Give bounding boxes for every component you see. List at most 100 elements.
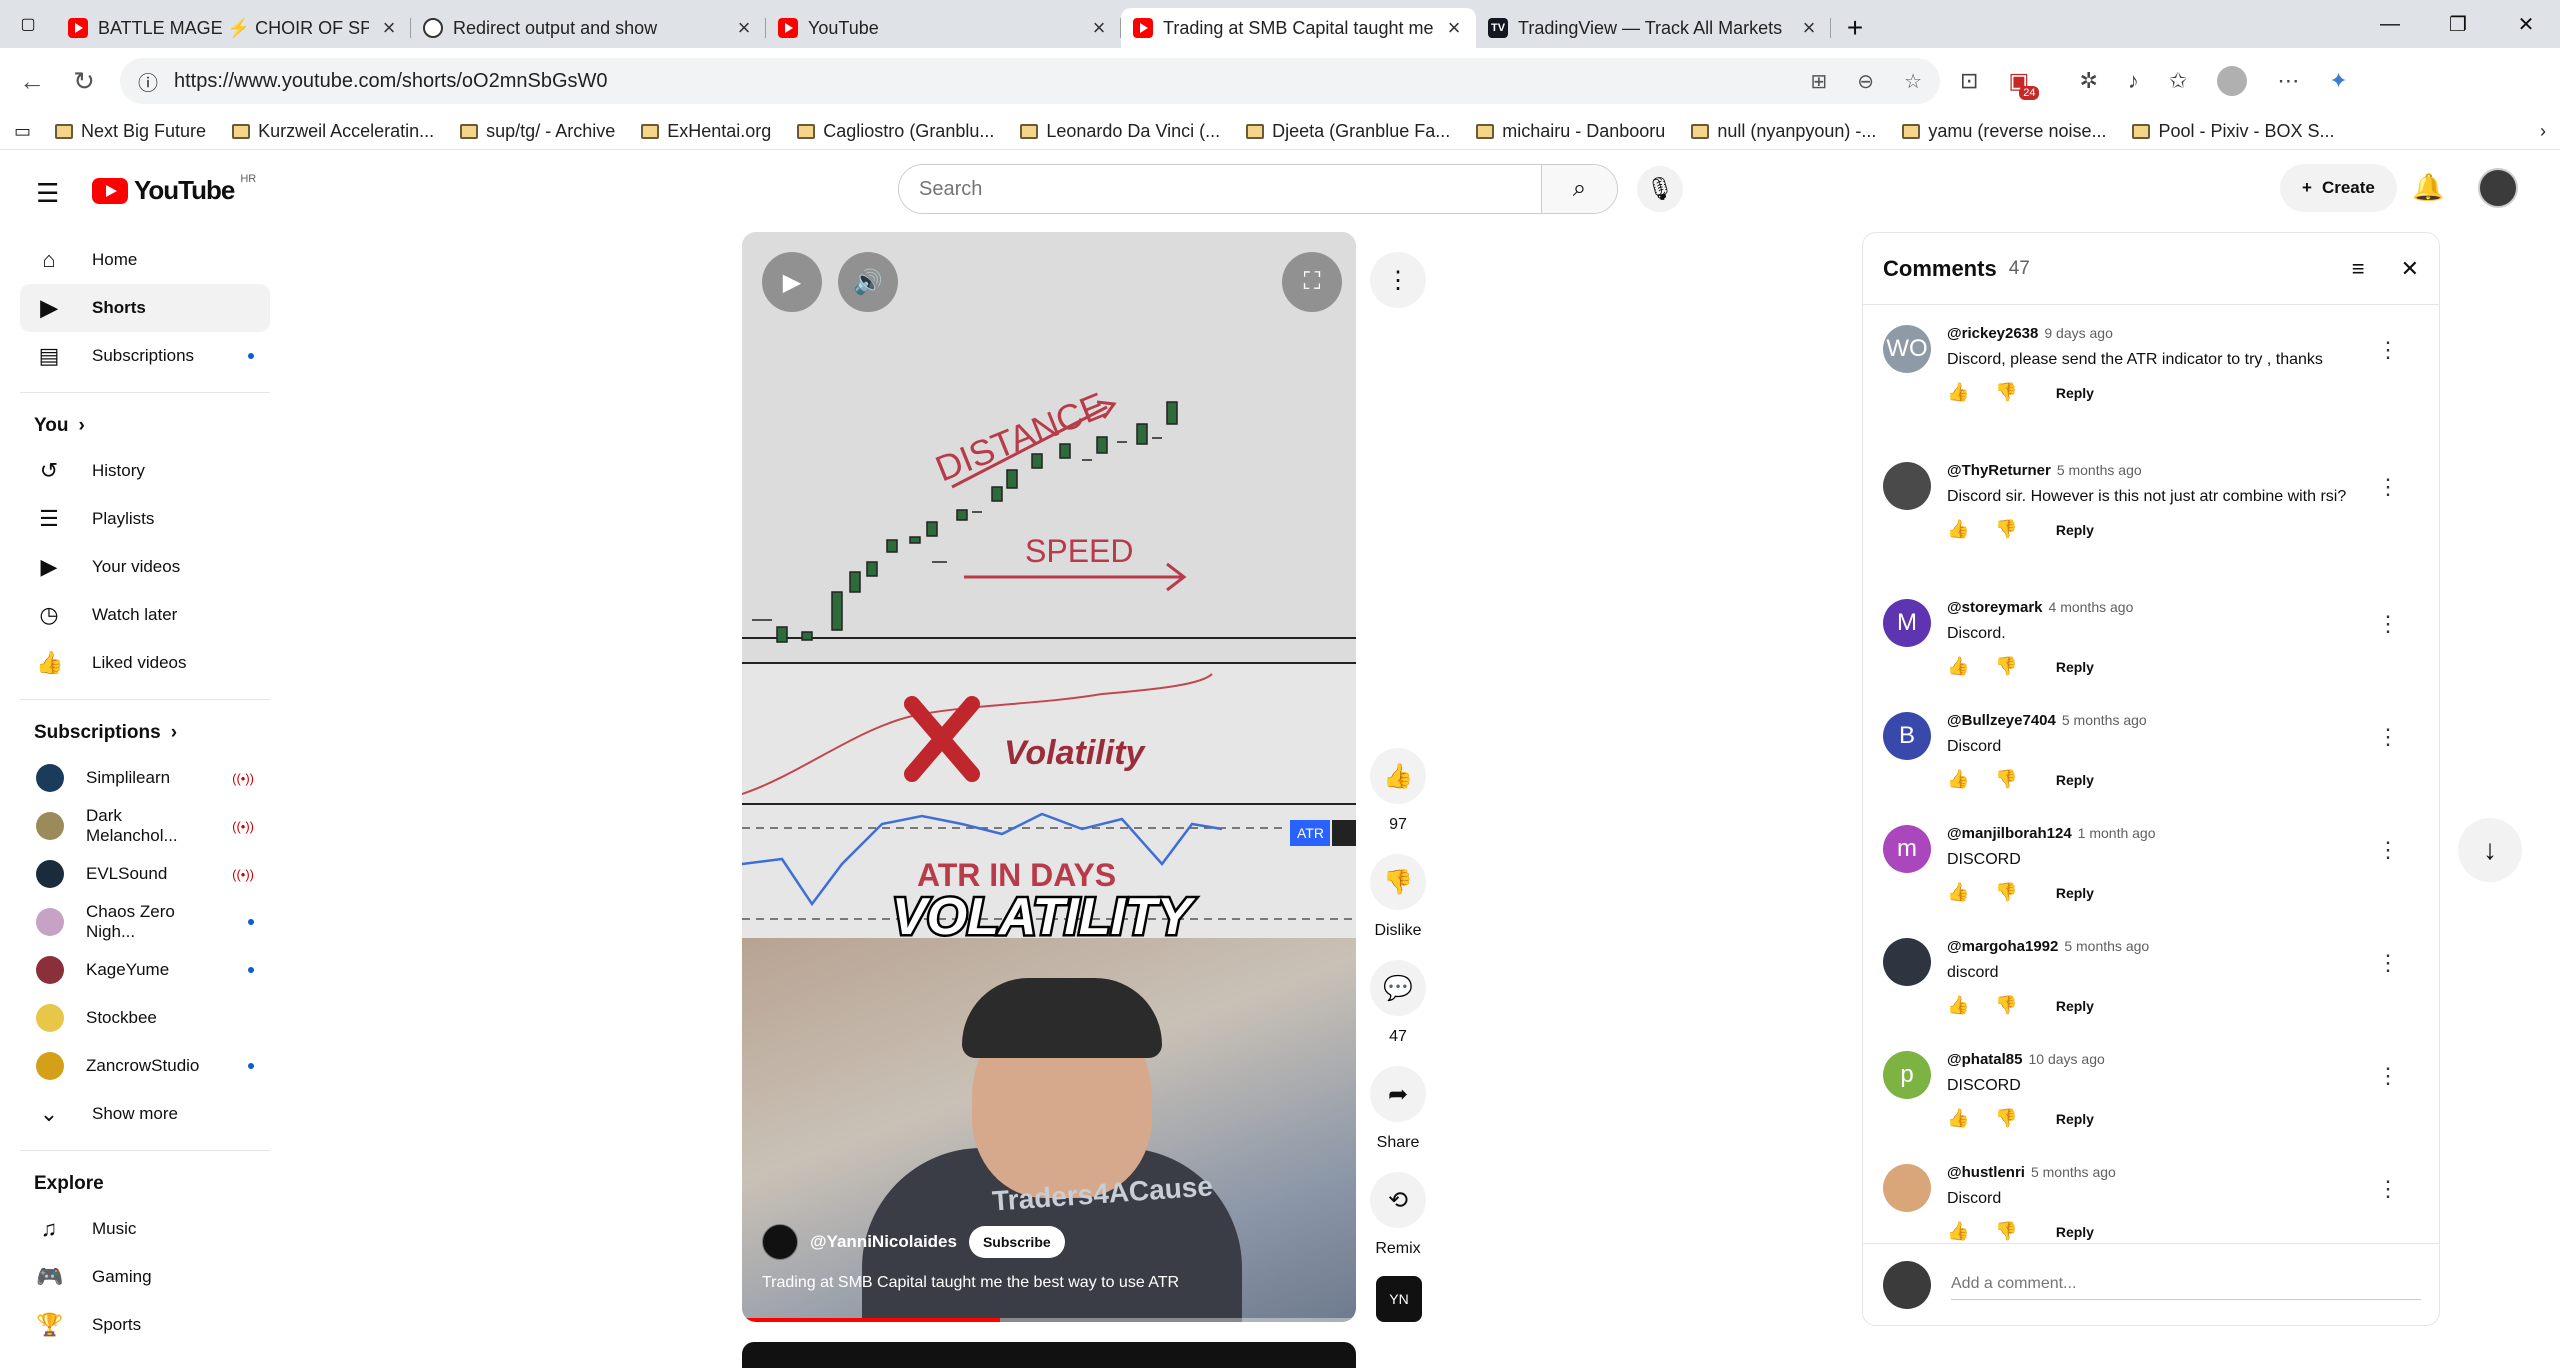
comment-dislike-icon[interactable]: 👎 — [1995, 519, 2017, 540]
youtube-logo[interactable]: YouTube HR — [92, 173, 256, 206]
sidebar-item-your-videos[interactable]: ▶ Your videos — [20, 543, 270, 591]
reply-button[interactable]: Reply — [2056, 659, 2094, 675]
comment-author[interactable]: @hustlenri — [1947, 1164, 2025, 1181]
comments-button[interactable]: 💬 — [1370, 960, 1426, 1016]
close-tab-icon[interactable]: × — [1089, 15, 1109, 41]
search-input[interactable] — [899, 165, 1541, 213]
volume-button[interactable]: 🔊 — [838, 252, 898, 312]
reply-button[interactable]: Reply — [2056, 522, 2094, 538]
comment-more-icon[interactable]: ⋮ — [2377, 1176, 2399, 1202]
comment-date[interactable]: 4 months ago — [2049, 599, 2134, 615]
comment-like-icon[interactable]: 👍 — [1947, 882, 1969, 903]
comment-more-icon[interactable]: ⋮ — [2377, 724, 2399, 750]
favorite-star-icon[interactable]: ☆ — [1904, 69, 1922, 94]
browser-tab[interactable]: Redirect output and show × — [411, 8, 766, 48]
browser-tab[interactable]: Trading at SMB Capital taught me × — [1121, 8, 1476, 48]
remix-button[interactable]: ⟲ — [1370, 1172, 1426, 1228]
comment-like-icon[interactable]: 👍 — [1947, 519, 1969, 540]
restore-icon[interactable]: ❐ — [2424, 0, 2492, 48]
show-more-button[interactable]: ⌄ Show more — [20, 1090, 270, 1138]
comment-date[interactable]: 5 months ago — [2062, 712, 2147, 728]
sidebar-item-shorts[interactable]: ▶ Shorts — [20, 284, 270, 332]
add-comment-input[interactable] — [1951, 1269, 2421, 1300]
commenter-avatar[interactable]: B — [1883, 712, 1931, 760]
notifications-bell-icon[interactable]: 🔔 — [2412, 172, 2444, 203]
bookmark-item[interactable]: sup/tg/ - Archive — [460, 121, 615, 142]
comment-more-icon[interactable]: ⋮ — [2377, 474, 2399, 500]
comment-author[interactable]: @rickey2638 — [1947, 325, 2038, 342]
bookmark-item[interactable]: Djeeta (Granblue Fa... — [1246, 121, 1450, 142]
more-actions-button[interactable]: ⋮ — [1370, 252, 1426, 308]
guide-menu-icon[interactable]: ☰ — [36, 178, 59, 209]
subscription-item[interactable]: Chaos Zero Nigh... — [20, 898, 270, 946]
sidebar-item-history[interactable]: ↺ History — [20, 447, 270, 495]
menu-dots-icon[interactable]: ⋯ — [2277, 68, 2299, 94]
sidebar-item-gaming[interactable]: 🎮 Gaming — [20, 1253, 270, 1301]
bookmark-item[interactable]: ExHentai.org — [641, 121, 771, 142]
profile-avatar[interactable] — [2217, 66, 2248, 96]
subscription-item[interactable]: Stockbee — [20, 994, 270, 1042]
close-tab-icon[interactable]: × — [734, 15, 754, 41]
reply-button[interactable]: Reply — [2056, 998, 2094, 1014]
bookmark-item[interactable]: yamu (reverse noise... — [1902, 121, 2106, 142]
commenter-avatar[interactable]: p — [1883, 1051, 1931, 1099]
bookmark-item[interactable]: Pool - Pixiv - BOX S... — [2132, 121, 2335, 142]
sidebar-item-playlists[interactable]: ☰ Playlists — [20, 495, 270, 543]
voice-search-button[interactable]: 🎙 — [1637, 166, 1683, 212]
comment-dislike-icon[interactable]: 👎 — [1995, 995, 2017, 1016]
more-bookmarks-chevron-icon[interactable]: › — [2540, 121, 2546, 142]
subscription-item[interactable]: Dark Melanchol... ((•)) — [20, 802, 270, 850]
comments-list[interactable]: WO @rickey2638 9 days ago Discord, please s… — [1863, 305, 2439, 1245]
close-tab-icon[interactable]: × — [1799, 15, 1819, 41]
commenter-avatar[interactable]: WO — [1883, 325, 1931, 373]
bookmark-item[interactable]: Kurzweil Acceleratin... — [232, 121, 434, 142]
favorites-icon[interactable]: ✩ — [2169, 68, 2187, 94]
subscribe-button[interactable]: Subscribe — [968, 1226, 1065, 1258]
bookmark-item[interactable]: Leonardo Da Vinci (... — [1020, 121, 1220, 142]
comment-date[interactable]: 5 months ago — [2064, 938, 2149, 954]
bookmark-item[interactable]: Cagliostro (Granblu... — [797, 121, 994, 142]
next-video-button[interactable]: ↓ — [2458, 818, 2522, 882]
comment-date[interactable]: 5 months ago — [2031, 1164, 2116, 1180]
channel-avatar[interactable] — [762, 1224, 798, 1260]
comment-more-icon[interactable]: ⋮ — [2377, 950, 2399, 976]
subscription-item[interactable]: EVLSound ((•)) — [20, 850, 270, 898]
commenter-avatar[interactable]: M — [1883, 599, 1931, 647]
sound-source-thumbnail[interactable]: YN — [1376, 1276, 1422, 1322]
comment-author[interactable]: @ThyReturner — [1947, 462, 2051, 479]
video-title[interactable]: Trading at SMB Capital taught me the bes… — [762, 1274, 1179, 1292]
browser-tab[interactable]: BATTLE MAGE ⚡ CHOIR OF SPELL × — [56, 8, 411, 48]
comment-author[interactable]: @phatal85 — [1947, 1051, 2022, 1068]
reply-button[interactable]: Reply — [2056, 1111, 2094, 1127]
comment-like-icon[interactable]: 👍 — [1947, 995, 1969, 1016]
app-available-icon[interactable]: ⊞ — [1811, 69, 1828, 94]
extension-shield-icon[interactable]: ▣24 — [2008, 68, 2049, 100]
reply-button[interactable]: Reply — [2056, 772, 2094, 788]
fullscreen-button[interactable]: ⛶ — [1282, 252, 1342, 312]
like-button[interactable]: 👍 — [1370, 748, 1426, 804]
reply-button[interactable]: Reply — [2056, 1224, 2094, 1240]
comment-date[interactable]: 5 months ago — [2057, 462, 2142, 478]
close-icon[interactable]: ✕ — [2401, 256, 2419, 282]
comment-date[interactable]: 9 days ago — [2044, 325, 2113, 341]
video-progress-bar[interactable] — [742, 1318, 1356, 1322]
reading-list-icon[interactable]: ▭ — [14, 121, 31, 142]
copilot-icon[interactable]: ✦ — [2329, 68, 2347, 94]
channel-name[interactable]: @YanniNicolaides — [810, 1232, 957, 1252]
close-window-icon[interactable]: ✕ — [2492, 0, 2560, 48]
comment-like-icon[interactable]: 👍 — [1947, 656, 1969, 677]
sidebar-item-sports[interactable]: 🏆 Sports — [20, 1301, 270, 1349]
extension-grid-icon[interactable]: ⊡ — [1960, 68, 1978, 94]
bookmark-item[interactable]: michairu - Danbooru — [1476, 121, 1665, 142]
comment-date[interactable]: 10 days ago — [2028, 1051, 2104, 1067]
minimize-icon[interactable]: — — [2356, 0, 2424, 48]
create-button[interactable]: + Create — [2280, 164, 2397, 212]
comment-date[interactable]: 1 month ago — [2078, 825, 2156, 841]
sidebar-item-watch-later[interactable]: ◷ Watch later — [20, 591, 270, 639]
commenter-avatar[interactable] — [1883, 462, 1931, 510]
comment-author[interactable]: @manjilborah124 — [1947, 825, 2072, 842]
search-button[interactable]: ⌕ — [1541, 165, 1617, 213]
comment-dislike-icon[interactable]: 👎 — [1995, 882, 2017, 903]
comment-author[interactable]: @storeymark — [1947, 599, 2043, 616]
subscription-item[interactable]: KageYume — [20, 946, 270, 994]
